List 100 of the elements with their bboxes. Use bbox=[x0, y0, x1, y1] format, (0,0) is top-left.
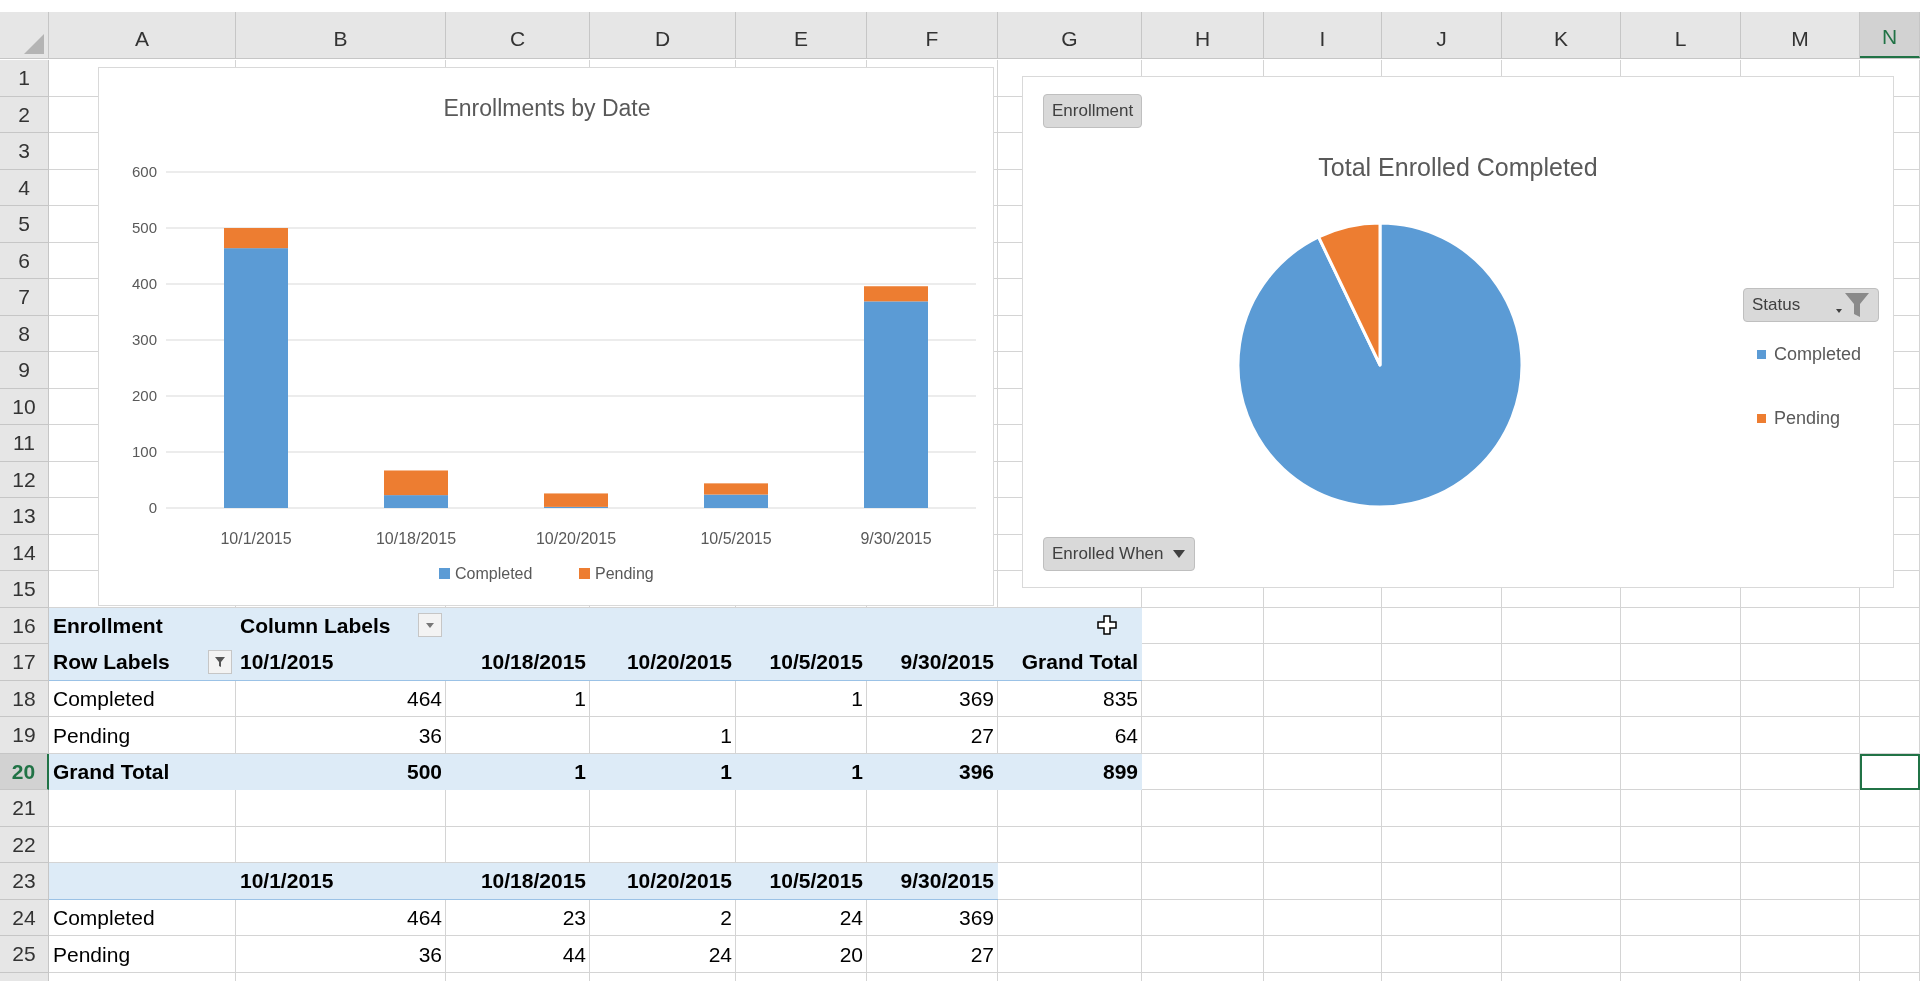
caret-icon bbox=[1171, 549, 1186, 559]
table-cell-text: Pending bbox=[52, 722, 132, 749]
column-header[interactable]: F bbox=[867, 12, 998, 58]
column-header[interactable]: J bbox=[1382, 12, 1502, 58]
select-all-icon[interactable] bbox=[24, 34, 44, 54]
table-cell-text: 369 bbox=[957, 686, 995, 712]
row-header[interactable]: 24 bbox=[0, 899, 49, 936]
legend-label: Completed bbox=[455, 565, 533, 582]
row-header[interactable]: 18 bbox=[0, 680, 49, 717]
row-header[interactable]: 9 bbox=[0, 352, 49, 389]
table-cell: 500 bbox=[236, 753, 446, 790]
legend-swatch bbox=[1757, 414, 1766, 423]
table-cell-text: Row Labels bbox=[53, 649, 170, 675]
dropdown-button[interactable] bbox=[418, 613, 442, 638]
legend-label: Completed bbox=[1774, 343, 1862, 366]
table-cell: 9/30/2015 bbox=[867, 863, 998, 900]
field-button[interactable]: Enrollment bbox=[1043, 94, 1143, 128]
row-header[interactable]: 2 bbox=[0, 96, 49, 133]
active-cell[interactable] bbox=[1860, 753, 1920, 790]
table-cell: 10/18/2015 bbox=[446, 644, 590, 681]
chart-title: Total Enrolled Completed bbox=[1318, 152, 1598, 183]
table-cell: 10/1/2015 bbox=[236, 644, 446, 681]
axis-label: 9/30/2015 bbox=[860, 530, 932, 547]
row-header[interactable]: 25 bbox=[0, 936, 49, 973]
row-header[interactable]: 11 bbox=[0, 425, 49, 462]
axis-label: 0 bbox=[148, 499, 157, 516]
field-button[interactable]: Enrolled When bbox=[1043, 537, 1195, 571]
table-cell-text: 2 bbox=[719, 905, 733, 931]
column-header[interactable]: N bbox=[1860, 12, 1920, 58]
row-header[interactable]: 7 bbox=[0, 279, 49, 316]
row-header[interactable]: 21 bbox=[0, 790, 49, 827]
table-cell: 10/20/2015 bbox=[590, 644, 736, 681]
table-cell-text: Completed bbox=[52, 686, 156, 712]
column-header[interactable]: G bbox=[998, 12, 1142, 58]
legend-item: Completed bbox=[439, 565, 533, 582]
row-header[interactable]: 10 bbox=[0, 388, 49, 425]
column-header[interactable]: I bbox=[1264, 12, 1382, 58]
table-cell: 1 bbox=[590, 753, 736, 790]
column-header[interactable]: E bbox=[736, 12, 867, 58]
row-header[interactable]: 14 bbox=[0, 534, 49, 571]
row-header[interactable]: 17 bbox=[0, 644, 49, 681]
row-header[interactable]: 6 bbox=[0, 242, 49, 279]
table-cell-text: Column Labels bbox=[240, 612, 391, 639]
row-header[interactable]: 20 bbox=[0, 753, 49, 790]
table-cell: 899 bbox=[998, 753, 1142, 790]
table-cell: 10/1/2015 bbox=[236, 863, 446, 900]
table-cell-text: Completed bbox=[52, 905, 156, 931]
axis-label: 200 bbox=[131, 387, 157, 404]
row-header[interactable]: 1 bbox=[0, 60, 49, 97]
table-cell: 10/20/2015 bbox=[590, 863, 736, 900]
table-cell: 10/5/2015 bbox=[736, 863, 867, 900]
column-header[interactable]: A bbox=[49, 12, 236, 58]
table-cell-text: Pending bbox=[52, 941, 132, 968]
column-header[interactable]: D bbox=[590, 12, 736, 58]
field-button[interactable]: Status bbox=[1743, 288, 1879, 322]
row-header[interactable]: 3 bbox=[0, 133, 49, 170]
column-header[interactable]: H bbox=[1142, 12, 1264, 58]
table-cell-text: 835 bbox=[1101, 686, 1139, 712]
table-cell: 10/5/2015 bbox=[736, 644, 867, 681]
axis-label: 10/18/2015 bbox=[375, 530, 457, 547]
axis-label: 400 bbox=[131, 275, 157, 292]
row-header[interactable]: 22 bbox=[0, 826, 49, 863]
table-cell: 1 bbox=[736, 753, 867, 790]
row-header[interactable]: 12 bbox=[0, 461, 49, 498]
axis-label: 500 bbox=[131, 219, 157, 236]
table-cell-text: 20 bbox=[838, 941, 864, 968]
table-cell-text: 36 bbox=[417, 941, 443, 968]
row-header[interactable]: 5 bbox=[0, 206, 49, 243]
table-cell-text: 44 bbox=[561, 941, 587, 968]
bar bbox=[704, 483, 768, 495]
table-cell-text: 1 bbox=[850, 686, 864, 712]
cursor-icon bbox=[1096, 614, 1118, 637]
row-header[interactable]: 19 bbox=[0, 717, 49, 754]
axis-label: 10/1/2015 bbox=[220, 530, 292, 547]
table-cell-text: 23 bbox=[561, 905, 587, 931]
table-cell-text: 64 bbox=[1113, 722, 1139, 749]
chart-title: Enrollments by Date bbox=[443, 95, 651, 121]
axis-label: 100 bbox=[131, 443, 157, 460]
table-cell-text: 27 bbox=[969, 722, 995, 749]
row-header[interactable]: 16 bbox=[0, 607, 49, 644]
table-cell-text: 36 bbox=[417, 722, 443, 749]
row-header[interactable]: 4 bbox=[0, 169, 49, 206]
row-header[interactable]: 8 bbox=[0, 315, 49, 352]
table-cell-text: 27 bbox=[969, 941, 995, 968]
column-header[interactable]: L bbox=[1621, 12, 1741, 58]
column-header[interactable]: K bbox=[1502, 12, 1621, 58]
table-cell: Grand Total bbox=[998, 644, 1142, 681]
row-header[interactable]: 15 bbox=[0, 571, 49, 608]
legend-swatch bbox=[1757, 350, 1766, 359]
axis-label: 10/5/2015 bbox=[700, 530, 772, 547]
column-header[interactable]: B bbox=[236, 12, 446, 58]
axis-label: 10/20/2015 bbox=[535, 530, 617, 547]
table-cell: 396 bbox=[867, 753, 998, 790]
row-header[interactable]: 13 bbox=[0, 498, 49, 535]
filter-button[interactable] bbox=[208, 649, 232, 674]
axis-label: 300 bbox=[131, 331, 157, 348]
table-cell: 10/18/2015 bbox=[446, 863, 590, 900]
column-header[interactable]: C bbox=[446, 12, 590, 58]
row-header[interactable]: 23 bbox=[0, 863, 49, 900]
table-cell-text: 24 bbox=[707, 941, 733, 968]
